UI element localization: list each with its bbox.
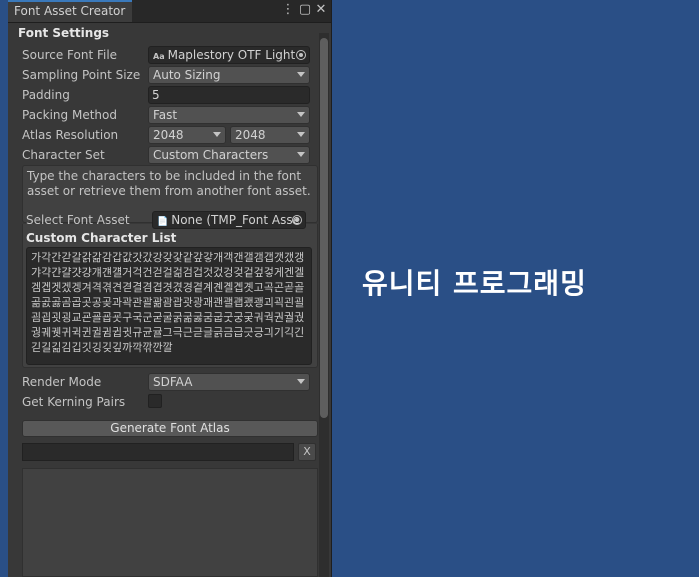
character-set-label: Character Set xyxy=(22,148,105,162)
render-mode-label: Render Mode xyxy=(22,375,102,389)
kebab-menu-icon[interactable]: ⋮ xyxy=(281,3,295,17)
padding-input[interactable]: 5 xyxy=(148,86,310,104)
custom-character-list-label: Custom Character List xyxy=(26,231,177,245)
tab-bar: Font Asset Creator ⋮ ▢ ✕ xyxy=(8,0,331,23)
cancel-generation-button[interactable]: X xyxy=(298,443,316,461)
render-mode-dropdown[interactable]: SDFAA xyxy=(148,373,310,391)
get-kerning-pairs-label: Get Kerning Pairs xyxy=(22,395,126,409)
atlas-width-dropdown[interactable]: 2048 xyxy=(148,126,226,144)
atlas-height-dropdown[interactable]: 2048 xyxy=(230,126,310,144)
help-text: Type the characters to be included in th… xyxy=(27,169,311,198)
font-asset-creator-window: Font Asset Creator ⋮ ▢ ✕ Font Settings S… xyxy=(8,0,332,577)
chevron-down-icon xyxy=(297,152,305,157)
font-atlas-preview xyxy=(22,468,318,577)
vertical-scrollbar-thumb[interactable] xyxy=(320,38,328,418)
chevron-down-icon xyxy=(297,112,305,117)
packing-method-value: Fast xyxy=(153,108,178,122)
character-set-value: Custom Characters xyxy=(153,148,269,162)
object-picker-icon[interactable] xyxy=(296,50,306,60)
custom-character-list-input[interactable]: 가각간갇갈갉갊감갑값갓갔강갖갗같갚갛개객갠갤갬갭갯갰갱갸갹갼걀걋걍걔걘걜거걱건걷… xyxy=(26,247,312,365)
sampling-point-size-dropdown[interactable]: Auto Sizing xyxy=(148,66,310,84)
source-font-file-label: Source Font File xyxy=(22,48,118,62)
chevron-down-icon xyxy=(213,132,221,137)
window-body: Font Settings Source Font File Aa Maplest… xyxy=(8,23,331,577)
document-icon: 📄 xyxy=(157,217,169,227)
section-title: Font Settings xyxy=(18,26,110,40)
scene-caption-text: 유니티 프로그래밍 xyxy=(362,267,587,300)
get-kerning-pairs-checkbox[interactable] xyxy=(148,394,162,408)
select-font-asset-value: None (TMP_Font Asse xyxy=(171,213,300,227)
atlas-width-value: 2048 xyxy=(153,128,184,142)
font-asset-icon: Aa xyxy=(153,52,165,61)
character-set-dropdown[interactable]: Custom Characters xyxy=(148,146,310,164)
tab-font-asset-creator[interactable]: Font Asset Creator xyxy=(8,0,132,22)
select-font-asset-label: Select Font Asset xyxy=(26,213,130,227)
atlas-height-value: 2048 xyxy=(235,128,266,142)
chevron-down-icon xyxy=(297,132,305,137)
select-font-asset-field[interactable]: 📄 None (TMP_Font Asse xyxy=(152,211,306,229)
sampling-point-size-value: Auto Sizing xyxy=(153,68,221,82)
close-icon[interactable]: ✕ xyxy=(314,3,328,17)
custom-character-list-text: 가각간갇갈갉갊감갑값갓갔강갖갗같갚갛개객갠갤갬갭갯갰갱갸갹갼걀걋걍걔걘걜거걱건걷… xyxy=(31,251,305,354)
generate-font-atlas-button[interactable]: Generate Font Atlas xyxy=(22,420,318,437)
generation-progress-bar xyxy=(22,443,294,461)
maximize-icon[interactable]: ▢ xyxy=(298,3,312,17)
chevron-down-icon xyxy=(297,379,305,384)
sampling-point-size-label: Sampling Point Size xyxy=(22,68,141,82)
render-mode-value: SDFAA xyxy=(153,375,193,389)
source-font-file-value: Maplestory OTF Light xyxy=(167,48,296,62)
packing-method-label: Packing Method xyxy=(22,108,117,122)
object-picker-icon[interactable] xyxy=(292,215,302,225)
packing-method-dropdown[interactable]: Fast xyxy=(148,106,310,124)
atlas-resolution-label: Atlas Resolution xyxy=(22,128,119,142)
padding-label: Padding xyxy=(22,88,70,102)
chevron-down-icon xyxy=(297,72,305,77)
source-font-file-field[interactable]: Aa Maplestory OTF Light xyxy=(148,46,310,64)
